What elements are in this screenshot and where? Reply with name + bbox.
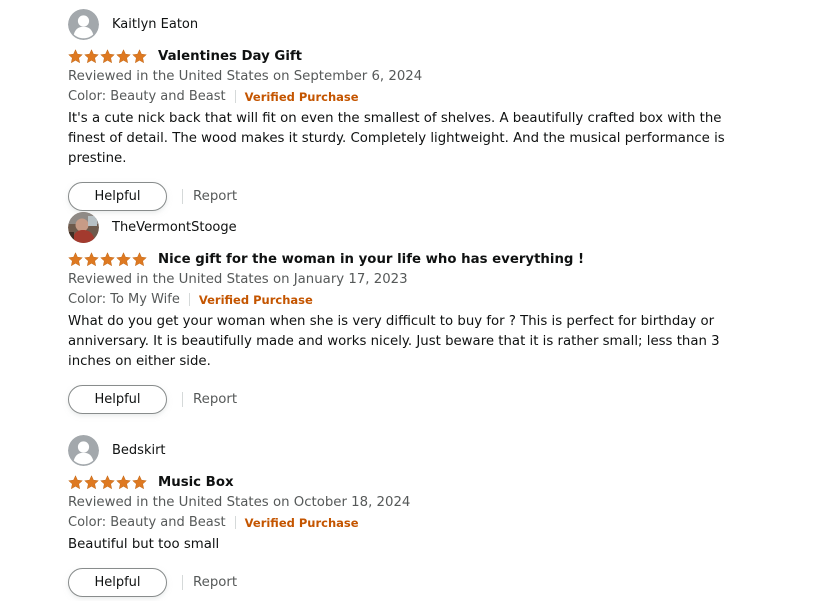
- review-body: Beautiful but too small: [68, 537, 220, 552]
- default-avatar-icon[interactable]: [68, 8, 99, 40]
- review-title-row: Valentines Day Gift: [68, 46, 768, 66]
- star-rating[interactable]: [68, 474, 148, 490]
- review-title[interactable]: Nice gift for the woman in your life who…: [158, 252, 584, 267]
- profile-name[interactable]: TheVermontStooge: [112, 220, 237, 235]
- divider: [234, 516, 236, 529]
- review-item: Kaitlyn Eaton Valentines Day Gift Review…: [68, 8, 768, 212]
- report-link[interactable]: Report: [193, 392, 237, 407]
- review-format-row: Color: To My Wife Verified Purchase: [68, 289, 768, 310]
- star-icon: [100, 251, 115, 266]
- report-link[interactable]: Report: [193, 575, 237, 590]
- review-format-row: Color: Beauty and Beast Verified Purchas…: [68, 86, 768, 107]
- helpful-button[interactable]: Helpful: [68, 567, 167, 597]
- review-body: It's a cute nick back that will fit on e…: [68, 111, 725, 166]
- review-title[interactable]: Valentines Day Gift: [158, 49, 302, 64]
- divider: [182, 391, 183, 407]
- star-icon: [132, 48, 147, 63]
- star-icon: [100, 474, 115, 489]
- star-icon: [84, 48, 99, 63]
- star-icon: [116, 251, 131, 266]
- star-icon: [68, 48, 83, 63]
- review-title-row: Music Box: [68, 472, 768, 492]
- product-variant-link[interactable]: Color: To My Wife: [68, 292, 180, 307]
- product-variant-link[interactable]: Color: Beauty and Beast: [68, 89, 226, 104]
- review-item: Bedskirt Music Box Reviewed in the Unite…: [68, 434, 768, 598]
- verified-purchase-badge: Verified Purchase: [198, 292, 313, 307]
- divider: [188, 293, 190, 306]
- review-profile[interactable]: Kaitlyn Eaton: [68, 8, 768, 40]
- profile-name[interactable]: Bedskirt: [112, 443, 166, 458]
- review-date: Reviewed in the United States on January…: [68, 272, 408, 287]
- divider: [182, 188, 183, 204]
- divider: [182, 574, 183, 590]
- review-title-row: Nice gift for the woman in your life who…: [68, 249, 768, 269]
- report-link[interactable]: Report: [193, 189, 237, 204]
- review-profile[interactable]: Bedskirt: [68, 434, 768, 466]
- review-body: What do you get your woman when she is v…: [68, 314, 720, 369]
- review-date: Reviewed in the United States on Septemb…: [68, 69, 423, 84]
- review-item: TheVermontStooge Nice gift for the woman…: [68, 211, 768, 415]
- star-icon: [132, 251, 147, 266]
- star-icon: [84, 474, 99, 489]
- helpful-button[interactable]: Helpful: [68, 181, 167, 211]
- divider: [234, 90, 236, 103]
- review-title[interactable]: Music Box: [158, 475, 234, 490]
- star-rating[interactable]: [68, 48, 148, 64]
- star-icon: [68, 474, 83, 489]
- profile-name[interactable]: Kaitlyn Eaton: [112, 17, 198, 32]
- star-icon: [116, 474, 131, 489]
- review-date: Reviewed in the United States on October…: [68, 495, 411, 510]
- review-actions: Helpful Report: [68, 383, 768, 415]
- star-icon: [132, 474, 147, 489]
- review-profile[interactable]: TheVermontStooge: [68, 211, 768, 243]
- review-actions: Helpful Report: [68, 180, 768, 212]
- star-icon: [68, 251, 83, 266]
- star-icon: [116, 48, 131, 63]
- helpful-button[interactable]: Helpful: [68, 384, 167, 414]
- star-icon: [100, 48, 115, 63]
- default-avatar-icon[interactable]: [68, 434, 99, 466]
- review-actions: Helpful Report: [68, 566, 768, 598]
- photo-avatar-icon[interactable]: [68, 211, 99, 243]
- verified-purchase-badge: Verified Purchase: [244, 89, 359, 104]
- star-rating[interactable]: [68, 251, 148, 267]
- verified-purchase-badge: Verified Purchase: [244, 515, 359, 530]
- star-icon: [84, 251, 99, 266]
- review-format-row: Color: Beauty and Beast Verified Purchas…: [68, 512, 768, 533]
- product-variant-link[interactable]: Color: Beauty and Beast: [68, 515, 226, 530]
